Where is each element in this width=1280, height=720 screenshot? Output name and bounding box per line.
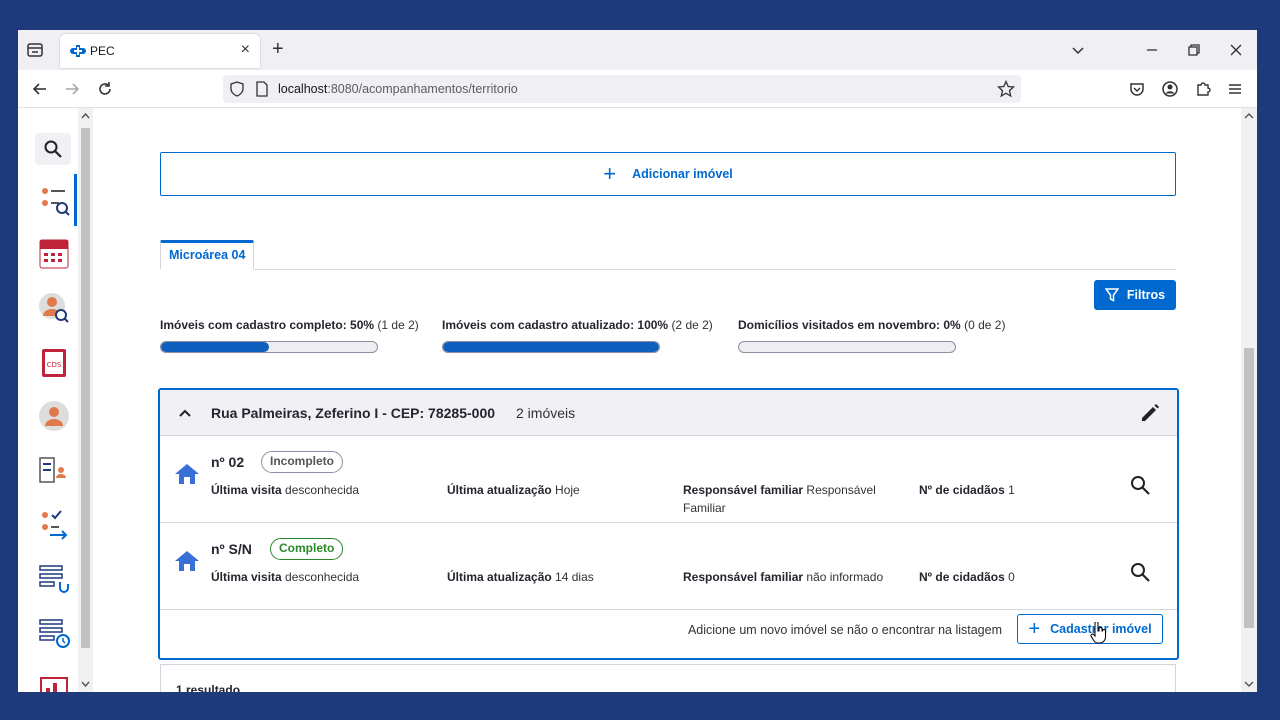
filtros-label: Filtros bbox=[1126, 288, 1166, 302]
numero-cidadaos: Nº de cidadãos 1 bbox=[919, 483, 1015, 497]
browser-window: PEC × + localhost:8080/acompanhamentos/t… bbox=[18, 30, 1257, 692]
responsavel-familiar: Responsável familiar Responsável Familiar bbox=[683, 483, 876, 515]
scroll-up-icon[interactable] bbox=[1244, 112, 1254, 120]
search-icon[interactable] bbox=[1129, 561, 1151, 583]
page-scrollbar[interactable] bbox=[1241, 108, 1257, 692]
back-icon[interactable] bbox=[30, 79, 50, 99]
sidebar-item-cds-icon[interactable]: CDS bbox=[36, 344, 72, 380]
house-icon bbox=[175, 464, 199, 484]
sidebar-item-citizen-icon[interactable] bbox=[36, 398, 72, 434]
tab-close-icon[interactable]: × bbox=[241, 42, 250, 58]
search-icon[interactable] bbox=[1129, 474, 1151, 496]
add-imovel-button[interactable]: + Adicionar imóvel bbox=[160, 152, 1176, 196]
sidebar-item-search-citizen-icon[interactable] bbox=[36, 290, 72, 326]
street-header[interactable]: Rua Palmeiras, Zeferino I - CEP: 78285-0… bbox=[160, 390, 1177, 436]
close-window-icon[interactable] bbox=[1226, 40, 1246, 60]
shield-icon[interactable] bbox=[229, 81, 245, 97]
imovel-row[interactable]: nº S/N Completo Última visita desconheci… bbox=[160, 523, 1177, 610]
imovel-number: nº 02 bbox=[211, 454, 245, 470]
search-icon bbox=[44, 140, 62, 158]
add-imovel-label: Adicionar imóvel bbox=[632, 167, 733, 181]
progress-cadastro-completo bbox=[160, 341, 378, 353]
new-tab-icon[interactable]: + bbox=[272, 38, 284, 60]
street-title: Rua Palmeiras, Zeferino I - CEP: 78285-0… bbox=[211, 405, 496, 421]
ultima-atualizacao: Última atualização Hoje bbox=[447, 483, 580, 497]
reload-icon[interactable] bbox=[95, 79, 115, 99]
street-card: Rua Palmeiras, Zeferino I - CEP: 78285-0… bbox=[158, 388, 1179, 660]
sidebar-scroll-thumb[interactable] bbox=[81, 128, 90, 648]
filtros-button[interactable]: Filtros bbox=[1094, 280, 1176, 310]
ultima-visita: Última visita desconhecida bbox=[211, 570, 360, 584]
extensions-icon[interactable] bbox=[1193, 79, 1213, 99]
list-all-tabs-icon[interactable] bbox=[1068, 40, 1088, 60]
sidebar-item-records-icon[interactable] bbox=[36, 452, 72, 488]
numero-cidadaos: Nº de cidadãos 0 bbox=[919, 570, 1015, 584]
sidebar-item-reports-icon[interactable] bbox=[36, 668, 72, 692]
pec-favicon-icon bbox=[70, 45, 86, 57]
scroll-down-icon[interactable] bbox=[1244, 680, 1254, 688]
responsavel-familiar: Responsável familiar não informado bbox=[683, 570, 884, 584]
stat-cadastro-completo: Imóveis com cadastro completo: 50% (1 de… bbox=[160, 318, 419, 332]
microarea-tabs: Microárea 04 bbox=[160, 240, 1176, 270]
progress-fill bbox=[443, 342, 659, 352]
hand-cursor-icon bbox=[1090, 622, 1106, 644]
sidebar-item-territorio-icon[interactable] bbox=[36, 182, 72, 218]
filter-icon bbox=[1104, 288, 1119, 302]
sidebar-item-transfer-icon[interactable] bbox=[36, 506, 72, 542]
app-sidebar: CDS bbox=[18, 108, 78, 692]
house-icon bbox=[175, 551, 199, 571]
sidebar-item-health-icon[interactable] bbox=[36, 560, 72, 596]
result-count: 1 resultado bbox=[176, 683, 241, 692]
ultima-visita: Última visita desconhecida bbox=[211, 483, 360, 497]
nav-bar: localhost:8080/acompanhamentos/territori… bbox=[18, 70, 1257, 108]
page-scroll-thumb[interactable] bbox=[1244, 348, 1254, 628]
menu-icon[interactable] bbox=[1225, 79, 1245, 99]
browser-tab[interactable]: PEC × bbox=[60, 34, 260, 68]
tab-microarea-04[interactable]: Microárea 04 bbox=[160, 240, 255, 270]
plus-icon: + bbox=[603, 161, 617, 186]
page-icon[interactable] bbox=[255, 81, 269, 97]
tab-bar: PEC × + bbox=[18, 30, 1257, 70]
imovel-number: nº S/N bbox=[211, 541, 252, 557]
sidebar-item-calendar-icon[interactable] bbox=[36, 236, 72, 272]
street-count: 2 imóveis bbox=[516, 405, 576, 421]
add-hint-text: Adicione um novo imóvel se não o encontr… bbox=[687, 623, 1002, 637]
sidebar-scrollbar[interactable] bbox=[78, 108, 93, 692]
progress-cadastro-atualizado bbox=[442, 341, 660, 353]
street-footer: Adicione um novo imóvel se não o encontr… bbox=[160, 600, 1177, 660]
restore-icon[interactable] bbox=[1184, 40, 1204, 60]
bookmark-star-icon[interactable] bbox=[997, 80, 1015, 98]
main-content: + Adicionar imóvel Microárea 04 Filtros … bbox=[93, 108, 1241, 692]
tab-list-icon[interactable] bbox=[26, 41, 44, 59]
stat-cadastro-atualizado: Imóveis com cadastro atualizado: 100% (2… bbox=[442, 318, 713, 332]
plus-icon: + bbox=[1028, 618, 1041, 640]
account-icon[interactable] bbox=[1160, 79, 1180, 99]
sidebar-search-button[interactable] bbox=[35, 133, 71, 165]
sidebar-active-indicator bbox=[74, 174, 77, 226]
pencil-icon[interactable] bbox=[1139, 402, 1161, 424]
sidebar-item-schedule-icon[interactable] bbox=[36, 614, 72, 650]
ultima-atualizacao: Última atualização 14 dias bbox=[447, 570, 594, 584]
progress-fill bbox=[161, 342, 269, 352]
imovel-row[interactable]: nº 02 Incompleto Última visita desconhec… bbox=[160, 436, 1177, 523]
scroll-down-icon[interactable] bbox=[81, 680, 90, 688]
results-footer: 1 resultado bbox=[160, 664, 1176, 692]
chevron-up-icon[interactable] bbox=[178, 406, 192, 420]
url-text: localhost:8080/acompanhamentos/territori… bbox=[278, 82, 518, 96]
svg-text:CDS: CDS bbox=[47, 361, 62, 369]
url-bar[interactable]: localhost:8080/acompanhamentos/territori… bbox=[223, 75, 1021, 103]
scroll-up-icon[interactable] bbox=[81, 112, 90, 120]
stat-domicilios-visitados: Domicílios visitados em novembro: 0% (0 … bbox=[738, 318, 1006, 332]
progress-domicilios-visitados bbox=[738, 341, 956, 353]
status-badge: Completo bbox=[270, 538, 344, 560]
tab-title: PEC bbox=[90, 44, 115, 58]
pocket-icon[interactable] bbox=[1127, 79, 1147, 99]
minimize-icon[interactable] bbox=[1142, 40, 1162, 60]
forward-icon[interactable] bbox=[62, 79, 82, 99]
status-badge: Incompleto bbox=[261, 451, 344, 473]
